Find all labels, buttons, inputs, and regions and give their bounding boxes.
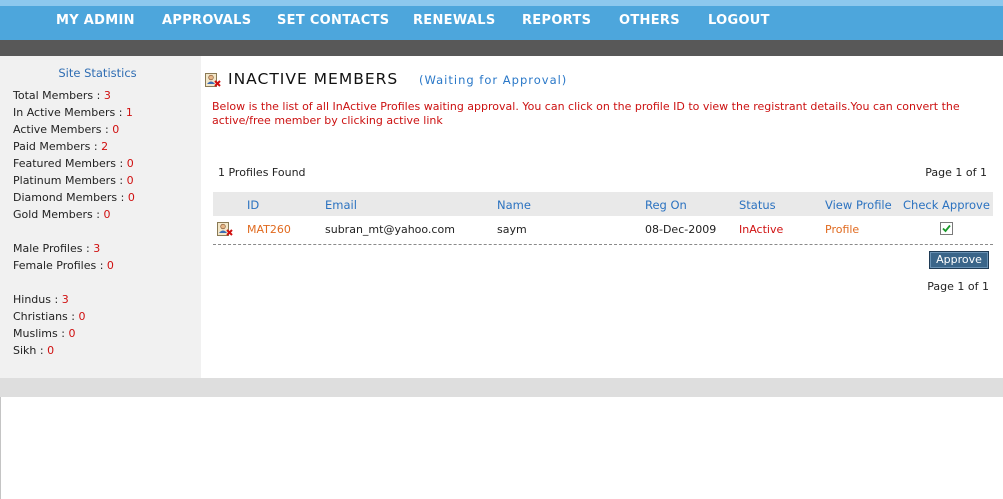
site-statistics-sidebar: Site Statistics Total Members : 3 In Act…	[0, 56, 201, 378]
stat-label: Male Profiles :	[13, 242, 94, 255]
stat-label: Total Members :	[13, 89, 104, 102]
nav-set-contacts[interactable]: SET CONTACTS	[277, 13, 389, 28]
stat-female-profiles: Female Profiles : 0	[13, 259, 114, 272]
approve-button[interactable]: Approve	[929, 251, 989, 269]
table-row: MAT260 subran_mt@yahoo.com saym 08-Dec-2…	[213, 216, 993, 245]
stat-total-members: Total Members : 3	[13, 89, 111, 102]
stat-value: 0	[68, 327, 76, 340]
member-email: subran_mt@yahoo.com	[325, 223, 455, 236]
status-text: InActive	[739, 223, 784, 236]
stat-christians: Christians : 0	[13, 310, 85, 323]
stat-male-profiles: Male Profiles : 3	[13, 242, 100, 255]
stat-label: Featured Members :	[13, 157, 127, 170]
table-header-row: ID Email Name Reg On Status View Profile…	[213, 192, 993, 216]
member-name: saym	[497, 223, 527, 236]
stat-platinum-members: Platinum Members : 0	[13, 174, 134, 187]
stat-label: Paid Members :	[13, 140, 102, 153]
stat-value: 2	[101, 140, 109, 153]
stat-value: 0	[127, 191, 135, 204]
nav-renewals[interactable]: RENEWALS	[413, 13, 496, 28]
column-header-email[interactable]: Email	[325, 198, 357, 212]
stat-label: Muslims :	[13, 327, 69, 340]
stat-value: 0	[103, 208, 111, 221]
column-header-reg-on[interactable]: Reg On	[645, 198, 687, 212]
stat-sikh: Sikh : 0	[13, 344, 54, 357]
stat-gold-members: Gold Members : 0	[13, 208, 110, 221]
stat-label: Platinum Members :	[13, 174, 127, 187]
stat-value: 0	[126, 174, 134, 187]
nav-approvals[interactable]: APPROVALS	[162, 13, 251, 28]
nav-logout[interactable]: LOGOUT	[708, 13, 770, 28]
nav-others[interactable]: OTHERS	[619, 13, 680, 28]
stat-label: Sikh :	[13, 344, 48, 357]
header-divider-bar	[0, 40, 1003, 56]
sidebar-title: Site Statistics	[58, 66, 137, 80]
main-content: INACTIVE MEMBERS (Waiting for Approval) …	[201, 56, 1003, 378]
stat-value: 0	[78, 310, 86, 323]
nav-reports[interactable]: REPORTS	[522, 13, 591, 28]
stat-label: Hindus :	[13, 293, 62, 306]
inactive-members-table: ID Email Name Reg On Status View Profile…	[213, 192, 993, 245]
stat-label: Female Profiles :	[13, 259, 107, 272]
column-header-status[interactable]: Status	[739, 198, 776, 212]
stat-featured-members: Featured Members : 0	[13, 157, 134, 170]
page-info-bottom: Page 1 of 1	[927, 280, 989, 293]
top-navigation-bar: MY ADMIN APPROVALS SET CONTACTS RENEWALS…	[0, 0, 1003, 40]
stat-active-members: Active Members : 0	[13, 123, 119, 136]
stat-paid-members: Paid Members : 2	[13, 140, 108, 153]
column-header-check-approve: Check Approve	[903, 198, 990, 212]
page-info-top: Page 1 of 1	[925, 166, 987, 179]
registration-date: 08-Dec-2009	[645, 223, 717, 236]
stat-diamond-members: Diamond Members : 0	[13, 191, 135, 204]
stat-muslims: Muslims : 0	[13, 327, 75, 340]
page-border	[0, 397, 1, 499]
stat-hindus: Hindus : 3	[13, 293, 69, 306]
inactive-user-icon	[217, 221, 233, 237]
stat-value: 1	[125, 106, 133, 119]
stat-label: Christians :	[13, 310, 79, 323]
column-header-id[interactable]: ID	[247, 198, 259, 212]
checkmark-icon	[942, 224, 951, 233]
view-profile-link[interactable]: Profile	[825, 223, 859, 236]
stat-value: 0	[126, 157, 134, 170]
inactive-user-icon	[205, 72, 221, 88]
column-header-view-profile: View Profile	[825, 198, 892, 212]
footer-bar	[0, 378, 1003, 397]
page-title: INACTIVE MEMBERS	[228, 70, 399, 88]
stat-value: 3	[61, 293, 69, 306]
stat-value: 0	[47, 344, 55, 357]
stat-label: Active Members :	[13, 123, 113, 136]
stat-value: 0	[112, 123, 120, 136]
stat-label: Diamond Members :	[13, 191, 128, 204]
profile-id-link[interactable]: MAT260	[247, 223, 291, 236]
stat-label: In Active Members :	[13, 106, 126, 119]
instructions-text: Below is the list of all InActive Profil…	[212, 100, 960, 127]
page-subtitle: (Waiting for Approval)	[419, 73, 568, 87]
profiles-found-count: 1 Profiles Found	[218, 166, 306, 179]
nav-my-admin[interactable]: MY ADMIN	[56, 13, 135, 28]
approve-checkbox[interactable]	[940, 222, 953, 235]
stat-value: 3	[103, 89, 111, 102]
stat-value: 0	[106, 259, 114, 272]
column-header-name[interactable]: Name	[497, 198, 531, 212]
stat-value: 3	[93, 242, 101, 255]
stat-label: Gold Members :	[13, 208, 104, 221]
stat-inactive-members: In Active Members : 1	[13, 106, 133, 119]
